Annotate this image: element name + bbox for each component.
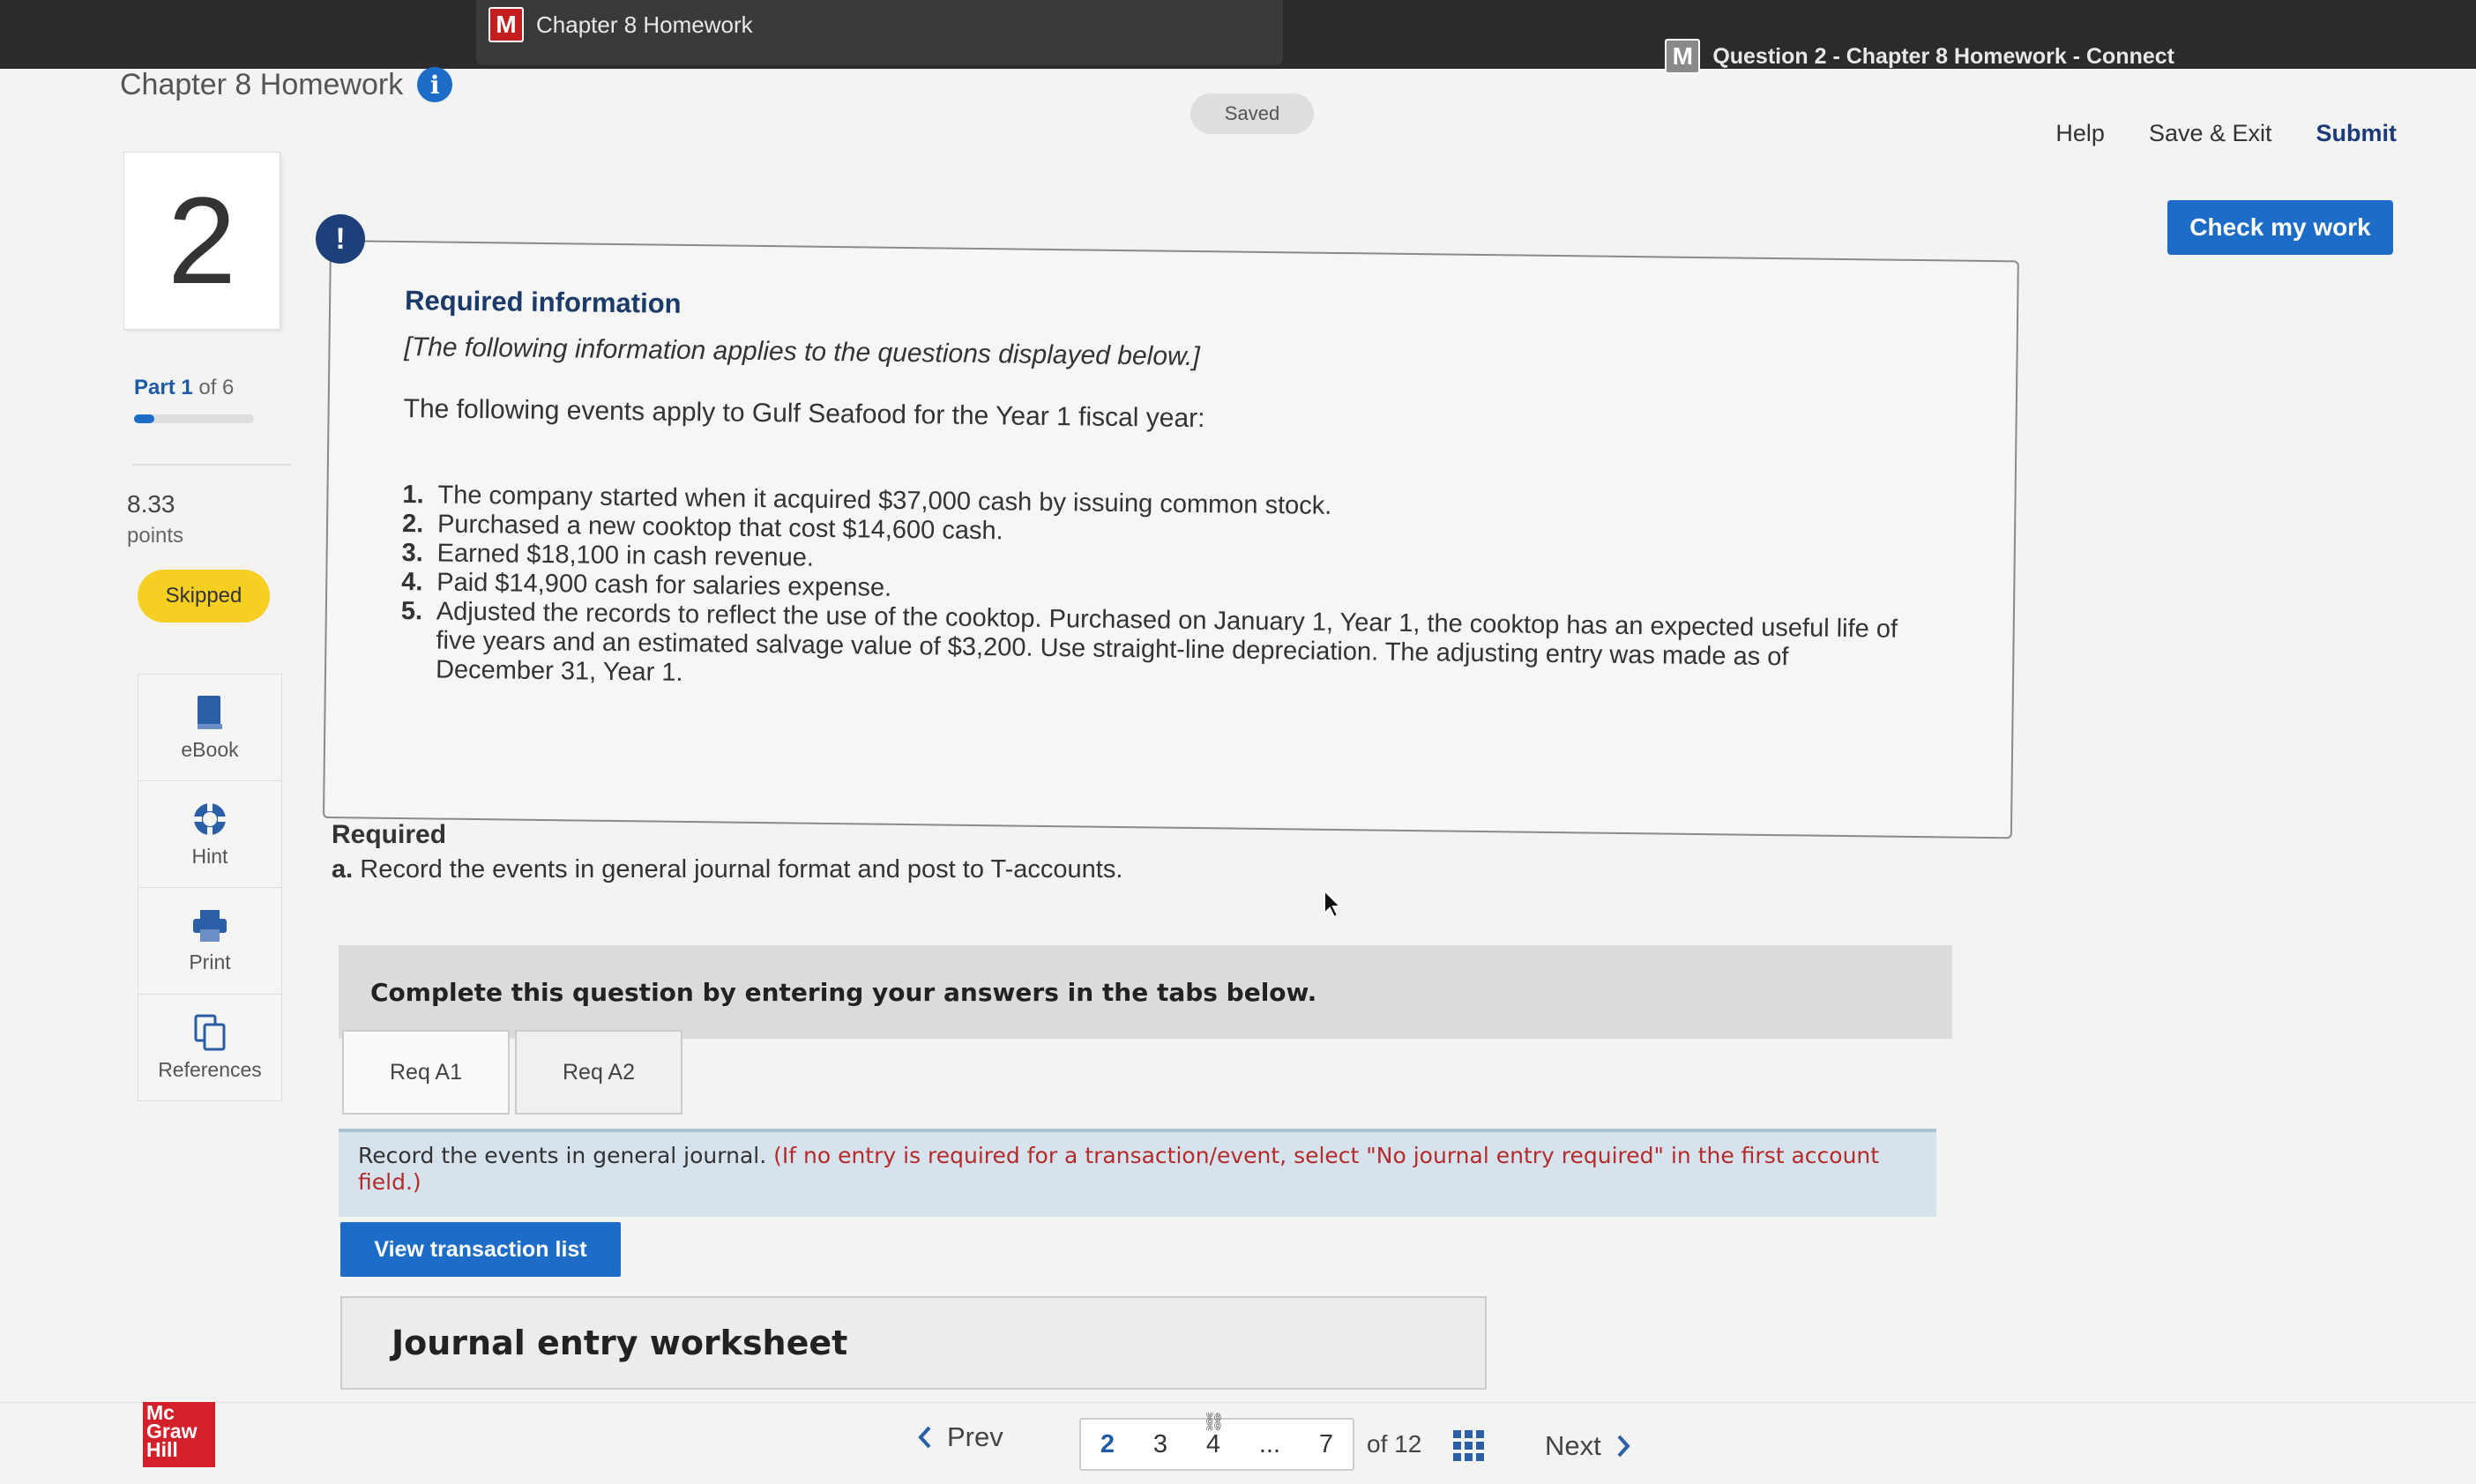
list-item: 5. Adjusted the records to reflect the us… (400, 597, 1900, 703)
required-information-box: Required information [The following info… (322, 240, 2019, 839)
page-current[interactable]: 2 (1100, 1430, 1115, 1459)
part-current: Part 1 (134, 376, 193, 399)
event-text: Earned $18,100 in cash revenue. (436, 539, 815, 572)
page-total: of 12 (1367, 1430, 1422, 1458)
next-button[interactable]: Next (1545, 1430, 1631, 1462)
info-icon[interactable]: i (417, 67, 453, 102)
requirement-a-text: Record the events in general journal for… (353, 855, 1123, 884)
browser-tab-question[interactable]: M Question 2 - Chapter 8 Homework - Conn… (1665, 39, 2174, 74)
requirement-a: a. Record the events in general journal … (332, 855, 1122, 884)
chevron-left-icon (918, 1426, 931, 1449)
part-indicator: Part 1 of 6 (134, 376, 234, 400)
tools-panel: eBook Hint Print References (138, 674, 282, 1101)
mcgraw-hill-logo: Mc Graw Hill (143, 1402, 215, 1467)
tool-label: eBook (181, 737, 239, 761)
tab-req-a2[interactable]: Req A2 (515, 1030, 682, 1115)
page-selector[interactable]: 2 3 ⛓ 4 ... 7 (1079, 1413, 1354, 1471)
event-number: 1. (402, 481, 424, 510)
status-badge: Skipped (138, 570, 270, 623)
printer-icon (193, 909, 227, 942)
required-info-intro: The following events apply to Gulf Seafo… (403, 394, 1205, 434)
check-my-work-button[interactable]: Check my work (2167, 200, 2393, 255)
requirement-a-label: a. (332, 855, 354, 884)
book-icon (198, 695, 222, 729)
tool-label: References (158, 1057, 262, 1081)
page-number[interactable]: 7 (1319, 1430, 1333, 1459)
mcgraw-tab-icon: M (488, 7, 524, 42)
help-link[interactable]: Help (2055, 120, 2105, 147)
points-label: points (127, 524, 184, 548)
browser-tab-strip: M Chapter 8 Homework M Question 2 - Chap… (0, 0, 2476, 74)
alert-icon: ! (316, 214, 365, 264)
part-total: of 6 (192, 376, 235, 399)
part-progress-bar (134, 414, 254, 423)
copy-icon (194, 1014, 226, 1050)
prev-button[interactable]: Prev (917, 1421, 1003, 1453)
saved-status: Saved (1190, 93, 1314, 134)
submit-link[interactable]: Submit (2316, 120, 2398, 147)
page-number[interactable]: 3 (1153, 1430, 1167, 1459)
question-number: 2 (123, 152, 280, 330)
required-info-note: [The following information applies to th… (404, 332, 1200, 372)
tool-label: Hint (191, 844, 228, 868)
references-button[interactable]: References (138, 995, 281, 1100)
event-text: Adjusted the records to reflect the use … (435, 597, 1898, 687)
part-progress-fill (134, 414, 155, 423)
logo-line: Hill (146, 1438, 178, 1461)
rail-divider (132, 464, 291, 466)
chevron-right-icon (1617, 1435, 1630, 1458)
next-label: Next (1545, 1430, 1601, 1461)
tool-label: Print (189, 950, 231, 973)
mcgraw-tab-icon: M (1665, 39, 1701, 74)
event-number: 5. (400, 597, 423, 626)
view-transaction-list-button[interactable]: View transaction list (340, 1222, 621, 1277)
page-number-linked[interactable]: ⛓ 4 (1203, 1413, 1225, 1459)
requirement-tabs: Req A1 Req A2 (342, 1030, 682, 1115)
page-number: 4 (1205, 1429, 1221, 1458)
browser-tab-active[interactable]: M Chapter 8 Homework (476, 0, 1283, 65)
lifebuoy-icon (193, 802, 227, 836)
hint-button[interactable]: Hint (138, 781, 281, 888)
event-number: 2. (401, 510, 424, 539)
header-links: Help Save & Exit Submit (2055, 120, 2397, 147)
link-icon: ⛓ (1202, 1412, 1226, 1432)
tab-req-a1[interactable]: Req A1 (342, 1030, 510, 1115)
tab-instructions: Record the events in general journal. (I… (339, 1129, 1936, 1217)
print-button[interactable]: Print (138, 888, 281, 995)
required-info-title: Required information (404, 285, 682, 319)
save-exit-link[interactable]: Save & Exit (2149, 120, 2272, 147)
browser-tab-title: Question 2 - Chapter 8 Homework - Connec… (1712, 43, 2174, 69)
mouse-cursor-icon (1324, 889, 1342, 919)
events-list: 1. The company started when it acquired $… (400, 481, 1902, 703)
complete-instructions: Complete this question by entering your … (339, 945, 1952, 1039)
points-value: 8.33 (127, 490, 175, 518)
prev-label: Prev (947, 1421, 1003, 1452)
event-number: 4. (401, 568, 423, 597)
browser-tab-title: Chapter 8 Homework (536, 11, 753, 38)
instruction-text: Record the events in general journal. (358, 1143, 774, 1168)
event-number: 3. (401, 539, 424, 568)
journal-entry-worksheet-title: Journal entry worksheet (340, 1296, 1487, 1390)
assignment-title: Chapter 8 Homework i (120, 67, 453, 102)
assignment-title-text: Chapter 8 Homework (120, 67, 404, 101)
required-heading: Required (332, 820, 447, 849)
grid-icon[interactable] (1453, 1430, 1485, 1462)
ebook-button[interactable]: eBook (138, 675, 281, 781)
page-ellipsis: ... (1258, 1429, 1281, 1458)
